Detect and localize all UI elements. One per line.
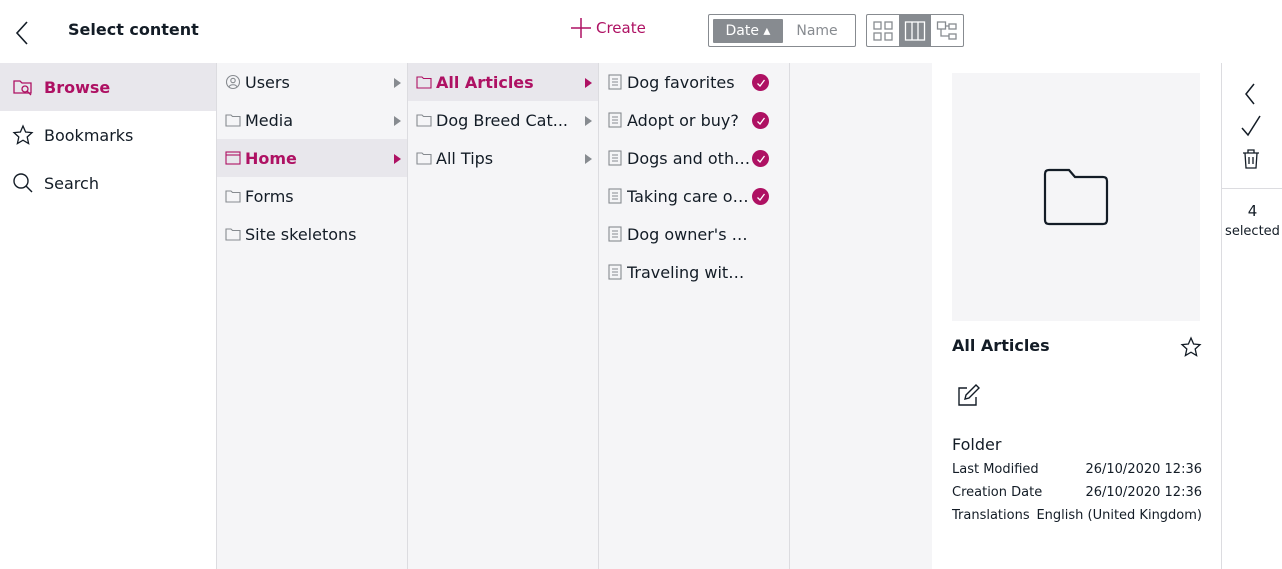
browse-column-4 — [789, 63, 932, 569]
selected-check-icon[interactable] — [752, 74, 769, 91]
document-icon — [608, 74, 622, 90]
list-item[interactable]: All Tips — [408, 139, 598, 177]
list-item[interactable]: Traveling with ... — [599, 253, 789, 291]
nav-browse-label: Browse — [44, 77, 111, 97]
folder-icon — [225, 190, 241, 203]
preview-type: Folder — [952, 435, 1002, 454]
list-item[interactable]: Dog owner's fi... — [599, 215, 789, 253]
document-icon — [608, 150, 622, 166]
search-icon — [13, 173, 33, 193]
tree-icon — [936, 20, 957, 40]
browse-column-2: All Articles Dog Breed Cat... All Tips — [407, 63, 598, 569]
list-item[interactable]: All Articles — [408, 63, 598, 101]
plus-icon — [571, 18, 591, 38]
create-button[interactable]: Create — [570, 16, 646, 40]
clear-selection-button[interactable] — [1240, 148, 1262, 170]
browse-column-3: Dog favorites Adopt or buy? Dogs and oth… — [598, 63, 789, 569]
left-navigation: Browse Bookmarks Search — [0, 63, 216, 207]
expand-arrow-icon[interactable] — [585, 154, 592, 164]
selected-check-icon[interactable] — [752, 150, 769, 167]
document-icon — [608, 188, 622, 204]
preview-title: All Articles — [952, 336, 1050, 355]
divider — [1222, 188, 1282, 189]
selected-label: selected — [1225, 224, 1280, 239]
collapse-panel-button[interactable] — [1240, 81, 1262, 107]
edit-button[interactable] — [955, 383, 981, 409]
list-item[interactable]: Adopt or buy? — [599, 101, 789, 139]
list-item[interactable]: Taking care of ... — [599, 177, 789, 215]
meta-value: 26/10/2020 12:36 — [1085, 485, 1202, 500]
folder-icon — [416, 76, 432, 89]
sort-by-date-button[interactable]: Date ▴ — [713, 18, 783, 43]
expand-arrow-icon[interactable] — [394, 78, 401, 88]
nav-bookmarks-label: Bookmarks — [44, 125, 134, 145]
meta-value: 26/10/2020 12:36 — [1085, 462, 1202, 477]
meta-label: Creation Date — [952, 485, 1043, 500]
users-icon — [225, 74, 241, 90]
folder-icon — [416, 114, 432, 127]
trash-icon — [1243, 149, 1259, 169]
page-title: Select content — [68, 20, 199, 39]
meta-value: English (United Kingdom) — [1036, 508, 1202, 523]
selected-check-icon[interactable] — [752, 112, 769, 129]
browse-column-1: Users Media Home Forms Site skeletons — [216, 63, 407, 569]
document-icon — [608, 226, 622, 242]
star-icon — [12, 124, 34, 145]
star-icon — [1180, 336, 1202, 357]
expand-arrow-icon[interactable] — [585, 78, 592, 88]
list-item[interactable]: Home — [217, 139, 407, 177]
edit-icon — [958, 384, 980, 406]
expand-arrow-icon[interactable] — [585, 116, 592, 126]
grid-icon — [873, 20, 893, 41]
bookmark-button[interactable] — [1180, 336, 1202, 358]
selection-panel: 4 selected — [1221, 63, 1282, 569]
expand-arrow-icon[interactable] — [394, 116, 401, 126]
back-button[interactable] — [10, 18, 36, 48]
grid-view-button[interactable] — [867, 15, 899, 46]
list-item[interactable]: Dogs and othe... — [599, 139, 789, 177]
list-item[interactable]: Dog Breed Cat... — [408, 101, 598, 139]
meta-label: Last Modified — [952, 462, 1039, 477]
nav-bookmarks[interactable]: Bookmarks — [0, 111, 216, 159]
chevron-left-icon — [1245, 83, 1255, 105]
site-icon — [225, 151, 241, 165]
meta-label: Translations — [952, 508, 1030, 523]
sort-by-name-button[interactable]: Name — [783, 19, 851, 43]
columns-icon — [904, 20, 926, 41]
document-icon — [608, 112, 622, 128]
sort-toggle: Date ▴ Name — [708, 14, 856, 47]
list-item[interactable]: Site skeletons — [217, 215, 407, 253]
selected-check-icon[interactable] — [752, 188, 769, 205]
view-mode-toggle — [866, 14, 964, 47]
checkmark-icon — [1241, 115, 1261, 137]
document-icon — [608, 264, 622, 280]
tree-view-button[interactable] — [931, 15, 963, 46]
expand-arrow-icon[interactable] — [394, 154, 401, 164]
nav-browse[interactable]: Browse — [0, 63, 216, 111]
column-view-button[interactable] — [899, 15, 931, 46]
list-item[interactable]: Dog favorites — [599, 63, 789, 101]
folder-large-icon — [1043, 168, 1109, 226]
list-item[interactable]: Media — [217, 101, 407, 139]
list-item[interactable]: Forms — [217, 177, 407, 215]
folder-icon — [225, 228, 241, 241]
create-label: Create — [596, 19, 646, 37]
folder-icon — [225, 114, 241, 127]
folder-icon — [416, 152, 432, 165]
nav-search[interactable]: Search — [0, 159, 216, 207]
nav-search-label: Search — [44, 173, 99, 193]
preview-thumbnail — [952, 73, 1200, 321]
selected-count: 4 — [1247, 202, 1258, 220]
list-item[interactable]: Users — [217, 63, 407, 101]
browse-icon — [13, 80, 32, 96]
confirm-selection-button[interactable] — [1240, 114, 1262, 138]
